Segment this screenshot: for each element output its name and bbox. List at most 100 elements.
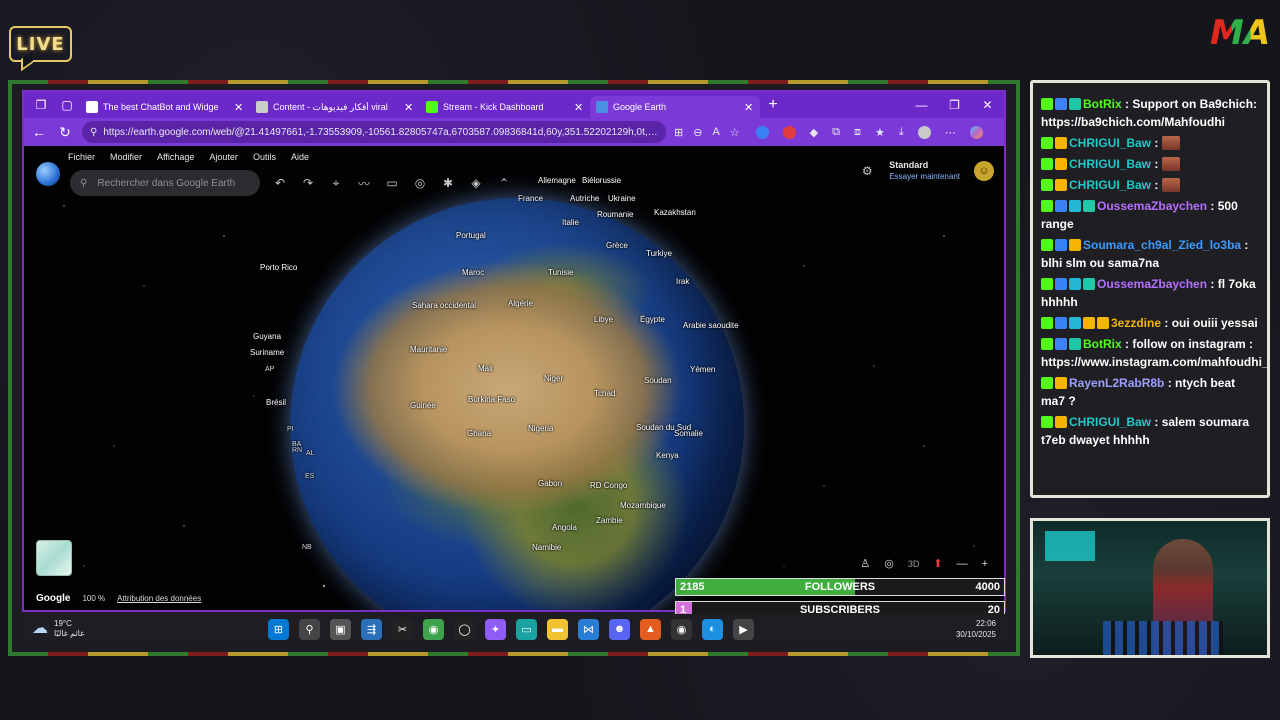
close-tab-icon[interactable]: ✕ xyxy=(574,101,584,114)
map-place-label[interactable]: Tchad xyxy=(594,389,615,398)
chat-username[interactable]: CHRIGUI_Baw xyxy=(1069,136,1151,150)
map-place-label[interactable]: Niger xyxy=(544,374,563,383)
map-place-label[interactable]: Somalie xyxy=(674,429,703,438)
edge-icon[interactable]: ◐ xyxy=(702,618,723,640)
user-avatar[interactable]: ☺ xyxy=(974,161,994,181)
browser-tab[interactable]: Google Earth ✕ xyxy=(590,96,760,118)
map-place-label[interactable]: PI xyxy=(287,426,294,433)
windows-start-icon[interactable]: ⊞ xyxy=(268,618,289,640)
map-place-label[interactable]: Burkina Faso xyxy=(468,395,515,404)
diamond-extension-icon[interactable]: ◆ xyxy=(810,126,818,139)
map-place-label[interactable]: Yémen xyxy=(690,365,715,374)
map-place-label[interactable]: Biélorussie xyxy=(582,176,621,185)
chat-username[interactable]: 3ezzdine xyxy=(1111,316,1161,330)
collapse-toolbar-icon[interactable]: ⌃ xyxy=(496,176,512,190)
plan-box[interactable]: Standard Essayer maintenant xyxy=(889,160,960,182)
map-place-label[interactable]: Turkiye xyxy=(646,249,672,258)
map-style-thumbnail[interactable] xyxy=(36,540,72,576)
network-app-icon[interactable]: ⇶ xyxy=(361,618,382,640)
map-place-label[interactable]: Allemagne xyxy=(538,176,576,185)
map-place-label[interactable]: Arabie saoudite xyxy=(683,321,739,330)
extensions-puzzle-icon[interactable]: ⧉ xyxy=(832,126,840,139)
map-place-label[interactable]: Grèce xyxy=(606,241,628,250)
chat-username[interactable]: CHRIGUI_Baw xyxy=(1069,157,1151,171)
try-now-link[interactable]: Essayer maintenant xyxy=(889,171,960,182)
refresh-icon[interactable]: ↻ xyxy=(56,124,74,141)
add-placemark-icon[interactable]: ⌖ xyxy=(328,176,344,191)
pegman-icon[interactable]: ♙ xyxy=(860,557,870,570)
map-place-label[interactable]: Libye xyxy=(594,315,613,324)
map-layers-icon[interactable]: ◈ xyxy=(468,176,484,190)
maximize-icon[interactable]: ❐ xyxy=(938,92,971,118)
chat-username[interactable]: BotRix xyxy=(1083,337,1122,351)
close-tab-icon[interactable]: ✕ xyxy=(744,101,754,114)
map-place-label[interactable]: Maroc xyxy=(462,268,484,277)
map-place-label[interactable]: Algérie xyxy=(508,299,533,308)
map-place-label[interactable]: AP xyxy=(265,366,274,373)
new-tab-button[interactable]: + xyxy=(760,96,786,114)
minimize-icon[interactable]: — xyxy=(905,92,938,118)
read-aloud-icon[interactable]: A xyxy=(712,126,719,138)
favorite-star-icon[interactable]: ☆ xyxy=(730,126,740,139)
data-attribution-link[interactable]: Attribution des données xyxy=(117,594,201,603)
map-place-label[interactable]: Roumanie xyxy=(597,210,633,219)
earth-search-input[interactable]: ⚲ Rechercher dans Google Earth xyxy=(70,170,260,196)
browser-tab[interactable]: The best ChatBot and Widge ✕ xyxy=(80,96,250,118)
system-clock[interactable]: 22:06 30/10/2025 xyxy=(956,618,996,640)
map-place-label[interactable]: Mali xyxy=(478,364,493,373)
weather-widget[interactable]: ☁ 19°C غائم غالبًا xyxy=(32,619,232,639)
map-place-label[interactable]: Zambie xyxy=(596,516,623,525)
favorites-icon[interactable]: ★ xyxy=(875,126,885,139)
map-place-label[interactable]: RN xyxy=(292,447,302,454)
map-place-label[interactable]: Soudan xyxy=(644,376,672,385)
browser-tab[interactable]: Content - أفكار فيديوهات viral ✕ xyxy=(250,96,420,118)
map-place-label[interactable]: Kenya xyxy=(656,451,679,460)
android-icon[interactable]: ◉ xyxy=(423,618,444,640)
capcut-icon[interactable]: ✂ xyxy=(392,618,413,640)
chat-username[interactable]: BotRix xyxy=(1083,97,1122,111)
map-place-label[interactable]: Autriche xyxy=(570,194,599,203)
map-place-label[interactable]: Guyana xyxy=(253,332,281,341)
map-place-label[interactable]: BA xyxy=(292,441,301,448)
map-place-label[interactable]: Italie xyxy=(562,218,579,227)
split-screen-icon[interactable]: ⧈ xyxy=(854,126,861,139)
media-player-icon[interactable]: ▶ xyxy=(733,618,754,640)
map-place-label[interactable]: ES xyxy=(305,473,314,480)
map-place-label[interactable]: Mozambique xyxy=(620,501,666,510)
github-icon[interactable]: ◯ xyxy=(454,618,475,640)
timelapse-icon[interactable]: ◎ xyxy=(412,176,428,190)
chat-username[interactable]: CHRIGUI_Baw xyxy=(1069,415,1151,429)
map-place-label[interactable]: Suriname xyxy=(250,348,284,357)
url-input[interactable]: ⚲ https://earth.google.com/web/@21.41497… xyxy=(82,121,666,143)
chat-username[interactable]: OussemaZbaychen xyxy=(1097,277,1207,291)
vscode-icon[interactable]: ⋈ xyxy=(578,618,599,640)
discord-icon[interactable]: ☻ xyxy=(609,618,630,640)
map-place-label[interactable]: NB xyxy=(302,544,312,551)
tab-actions-icon[interactable]: ▢ xyxy=(54,92,80,118)
task-view-icon[interactable]: ▣ xyxy=(330,618,351,640)
zoom-out-icon[interactable]: — xyxy=(957,558,968,570)
extension-icon[interactable] xyxy=(782,125,796,139)
close-window-icon[interactable]: ✕ xyxy=(971,92,1004,118)
close-tab-icon[interactable]: ✕ xyxy=(234,101,244,114)
map-place-label[interactable]: Kazakhstan xyxy=(654,208,696,217)
zoom-icon[interactable]: ⊖ xyxy=(693,126,702,139)
extension-icon[interactable] xyxy=(755,125,769,139)
map-place-label[interactable]: Gabon xyxy=(538,479,562,488)
settings-gear-icon[interactable]: ⚙ xyxy=(859,164,875,178)
undo-icon[interactable]: ↶ xyxy=(272,176,288,190)
browser-tab[interactable]: Stream - Kick Dashboard ✕ xyxy=(420,96,590,118)
map-place-label[interactable]: RD Congo xyxy=(590,481,627,490)
map-place-label[interactable]: Égypte xyxy=(640,315,665,324)
map-place-label[interactable]: Brésil xyxy=(266,398,286,407)
map-place-label[interactable]: Portugal xyxy=(456,231,486,240)
downloads-icon[interactable]: ⤓ xyxy=(899,126,904,139)
chat-username[interactable]: RayenL2RabR8b xyxy=(1069,376,1164,390)
my-location-icon[interactable]: ◎ xyxy=(884,557,894,570)
map-place-label[interactable]: Namibie xyxy=(532,543,561,552)
obs-icon[interactable]: ◉ xyxy=(671,618,692,640)
map-place-label[interactable]: Tunisie xyxy=(548,268,574,277)
map-place-label[interactable]: Mauritanie xyxy=(410,345,447,354)
map-place-label[interactable]: Ukraine xyxy=(608,194,636,203)
google-earth-logo-icon[interactable] xyxy=(36,162,60,186)
